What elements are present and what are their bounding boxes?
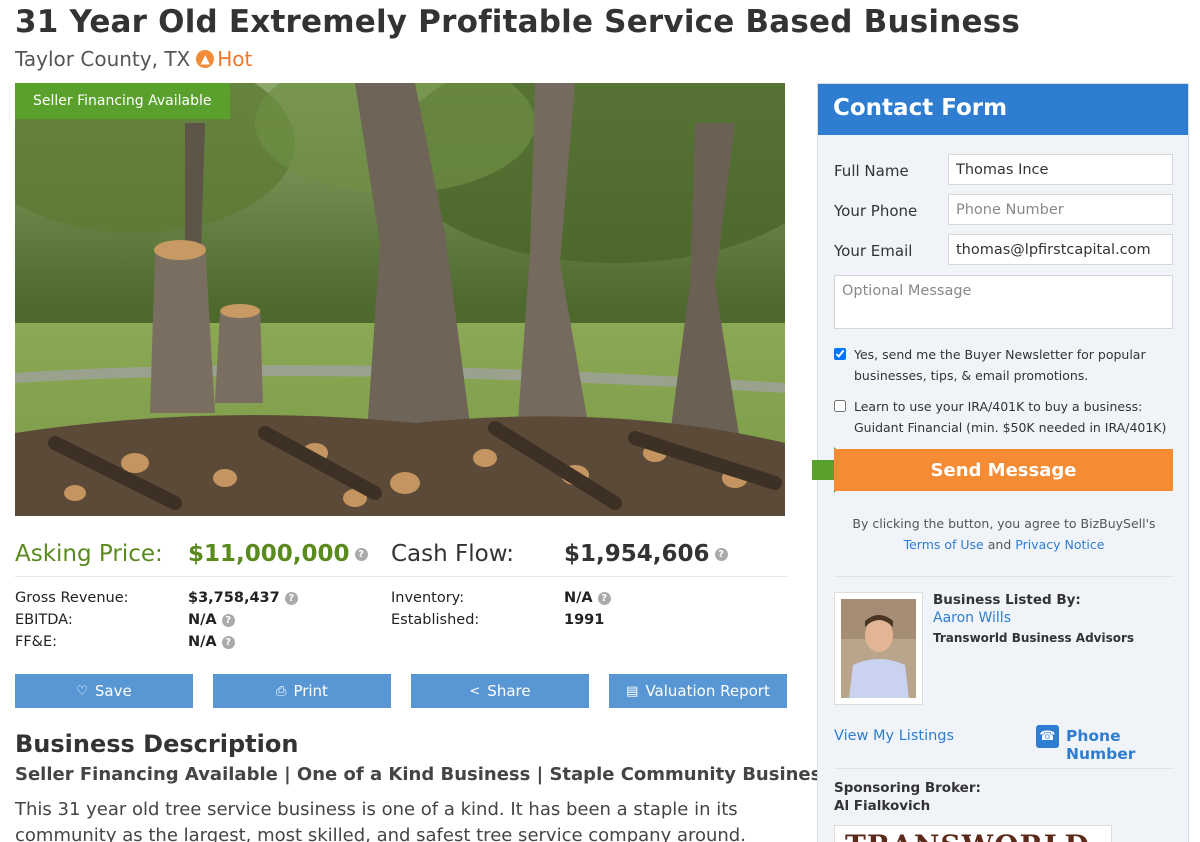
ffe-label: FF&E: (15, 634, 58, 650)
cash-flow-amount: $1,954,606 (564, 541, 710, 567)
email-field[interactable] (948, 234, 1173, 265)
flame-icon: ▲ (196, 50, 215, 68)
logo-text: TRANSWORLD (845, 829, 1090, 842)
ebitda-value: N/A? (188, 612, 235, 628)
description-body: This 31 year old tree service business i… (15, 799, 746, 842)
cash-flow-label: Cash Flow: (391, 541, 515, 567)
transworld-logo[interactable]: TRANSWORLD (834, 825, 1112, 842)
phone-label: Your Phone (834, 202, 918, 220)
report-icon: ▤ (626, 683, 639, 699)
privacy-notice-link[interactable]: Privacy Notice (1015, 537, 1104, 552)
legal-and: and (987, 537, 1012, 552)
phone-number-link[interactable]: Phone Number (1066, 727, 1188, 763)
broker-company: Transworld Business Advisors (933, 631, 1135, 645)
gross-revenue-value: $3,758,437? (188, 590, 298, 606)
ffe-amount: N/A (188, 634, 217, 650)
sponsoring-broker-name: Al Fialkovich (834, 798, 931, 814)
asking-price-label: Asking Price: (15, 541, 163, 567)
description-heading: Business Description (15, 730, 299, 758)
legal-notice: By clicking the button, you agree to Biz… (828, 513, 1180, 555)
newsletter-checkbox[interactable] (834, 348, 846, 360)
question-circle-icon[interactable]: ? (221, 635, 235, 649)
listing-title: 31 Year Old Extremely Profitable Service… (15, 4, 1021, 40)
full-name-label: Full Name (834, 162, 909, 180)
question-circle-icon[interactable]: ? (284, 591, 298, 605)
broker-name-link[interactable]: Aaron Wills (933, 610, 1011, 626)
hot-badge: ▲ Hot (196, 47, 252, 71)
listing-location: Taylor County, TX (15, 47, 191, 71)
inventory-value: N/A? (564, 590, 611, 606)
listing-location-row: Taylor County, TX ▲ Hot (15, 47, 252, 71)
hot-label: Hot (217, 47, 253, 71)
save-button[interactable]: ♡ Save (15, 674, 193, 708)
email-label: Your Email (834, 242, 913, 260)
phone-field[interactable] (948, 194, 1173, 225)
ira-checkbox[interactable] (834, 400, 846, 412)
established-value: 1991 (564, 612, 605, 628)
share-icon: < (469, 683, 481, 699)
ffe-value: N/A? (188, 634, 235, 650)
legal-prefix: By clicking the button, you agree to Biz… (852, 516, 1156, 531)
print-label: Print (293, 682, 328, 700)
price-row: Asking Price: $11,000,000? Cash Flow: $1… (15, 537, 787, 577)
print-button[interactable]: ⎙ Print (213, 674, 391, 708)
ebitda-amount: N/A (188, 612, 217, 628)
divider (834, 576, 1174, 577)
cash-flow-value: $1,954,606? (564, 541, 728, 567)
valuation-label: Valuation Report (645, 682, 770, 700)
save-label: Save (94, 682, 132, 700)
sponsoring-broker-label: Sponsoring Broker: (834, 780, 981, 796)
view-my-listings-link[interactable]: View My Listings (834, 728, 954, 744)
gross-revenue-amount: $3,758,437 (188, 590, 280, 606)
description-subheading: Seller Financing Available | One of a Ki… (15, 764, 833, 785)
valuation-report-button[interactable]: ▤ Valuation Report (609, 674, 787, 708)
broker-avatar[interactable] (834, 592, 923, 705)
share-button[interactable]: < Share (411, 674, 589, 708)
gross-revenue-label: Gross Revenue: (15, 590, 129, 606)
seller-financing-badge: Seller Financing Available (15, 83, 230, 119)
tree-stumps-photo (15, 83, 785, 516)
send-message-button[interactable]: Send Message (834, 449, 1173, 491)
asking-price-value: $11,000,000? (188, 541, 368, 567)
heart-icon: ♡ (76, 683, 88, 699)
contact-form-heading: Contact Form (818, 84, 1188, 135)
newsletter-text: Yes, send me the Buyer Newsletter for po… (854, 347, 1146, 383)
share-label: Share (487, 682, 531, 700)
full-name-field[interactable] (948, 154, 1173, 185)
asking-price-amount: $11,000,000 (188, 541, 350, 567)
broker-photo (841, 599, 916, 698)
question-circle-icon[interactable]: ? (597, 591, 611, 605)
contact-panel: Contact Form Full Name Your Phone Your E… (812, 83, 1189, 842)
question-circle-icon[interactable]: ? (354, 548, 368, 561)
question-circle-icon[interactable]: ? (714, 548, 728, 561)
question-circle-icon[interactable]: ? (221, 613, 235, 627)
ira-text: Learn to use your IRA/401K to buy a busi… (854, 399, 1167, 435)
established-label: Established: (391, 612, 480, 628)
message-field[interactable] (834, 275, 1173, 329)
listed-by-label: Business Listed By: (933, 592, 1081, 608)
inventory-amount: N/A (564, 590, 593, 606)
printer-icon: ⎙ (276, 683, 287, 699)
listing-photo[interactable]: Seller Financing Available (15, 83, 785, 516)
inventory-label: Inventory: (391, 590, 465, 606)
ebitda-label: EBITDA: (15, 612, 73, 628)
phone-icon[interactable]: ☎ (1036, 725, 1059, 748)
terms-of-use-link[interactable]: Terms of Use (904, 537, 984, 552)
divider (834, 768, 1174, 769)
